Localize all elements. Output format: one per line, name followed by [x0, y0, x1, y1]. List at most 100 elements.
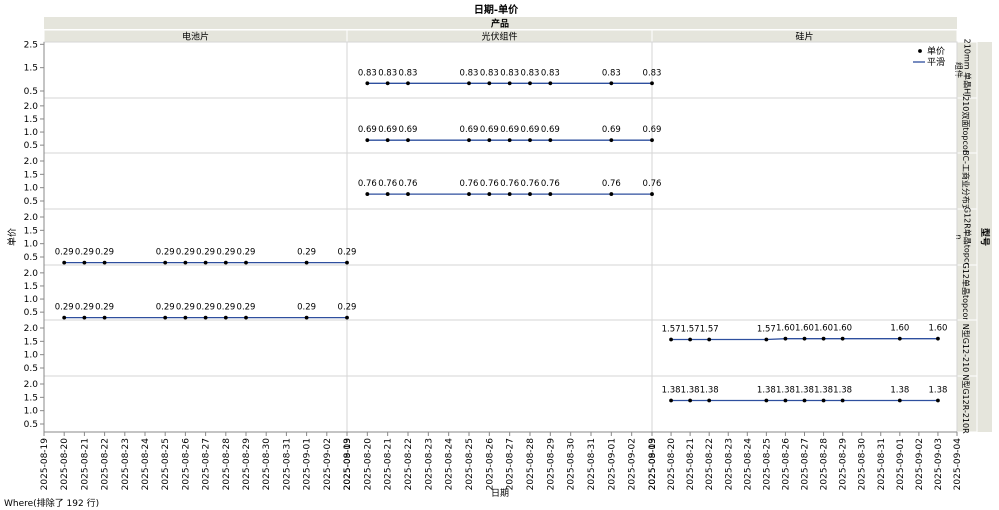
data-point: [62, 315, 67, 320]
x-tick-label: 2025-08-29: [546, 438, 556, 491]
data-label: 1.38: [833, 386, 852, 396]
x-tick-label: 2025-08-24: [445, 438, 455, 491]
data-point: [345, 315, 349, 320]
data-label: 0.83: [602, 68, 621, 78]
panel-border: [43, 97, 348, 154]
x-tick-label: 2025-08-27: [506, 438, 516, 490]
data-label: 0.83: [541, 68, 560, 78]
column-header: 电池片: [182, 31, 209, 43]
data-label: 0.69: [378, 125, 397, 135]
data-label: 1.60: [833, 324, 852, 334]
x-tick-label: 2025-08-22: [404, 438, 414, 490]
data-label: 0.29: [176, 303, 195, 313]
data-point: [528, 192, 532, 196]
data-point: [783, 336, 788, 341]
panel-border: [346, 264, 653, 321]
data-label: 0.29: [196, 248, 215, 258]
panel-border: [346, 319, 653, 377]
data-label: 0.83: [358, 68, 377, 78]
data-point: [936, 336, 940, 341]
data-label: 0.69: [602, 125, 621, 135]
data-label: 1.38: [890, 386, 909, 396]
y-tick-label: 2.0: [24, 213, 39, 223]
panel-border: [651, 97, 958, 154]
y-tick-label: 1.5: [24, 393, 38, 403]
data-label: 1.60: [928, 324, 947, 334]
data-point: [802, 336, 807, 341]
data-label: 1.38: [700, 386, 719, 396]
x-tick-label: 2025-08-19: [648, 438, 658, 491]
data-label: 0.29: [55, 248, 74, 258]
y-tick-label: 0.5: [24, 87, 38, 97]
data-label: 0.76: [480, 179, 499, 189]
data-point: [840, 398, 845, 403]
data-label: 0.69: [480, 125, 499, 135]
data-label: 0.76: [541, 179, 560, 189]
panel-border: [43, 41, 348, 99]
x-tick-label: 2025-09-02: [915, 438, 925, 490]
y-tick-label: 1.0: [24, 184, 39, 194]
data-label: 0.29: [55, 303, 74, 313]
data-point: [487, 81, 492, 86]
panel-border: [346, 375, 653, 433]
data-point: [163, 315, 168, 320]
data-label: 1.60: [776, 324, 795, 334]
footnote: Where(排除了 192 行): [4, 499, 100, 509]
data-point: [345, 260, 349, 265]
x-tick-label: 2025-08-31: [282, 438, 292, 490]
data-point: [821, 336, 826, 341]
x-tick-label: 2025-09-02: [323, 438, 333, 490]
x-tick-label: 2025-08-20: [667, 438, 677, 491]
data-label: 1.57: [662, 324, 681, 334]
data-label: 0.76: [358, 179, 377, 189]
row-header: 210双面topcon: [961, 96, 970, 155]
data-label: 0.29: [75, 303, 94, 313]
data-point: [406, 138, 410, 143]
x-tick-label: 2025-08-19: [343, 438, 353, 491]
data-point: [783, 398, 788, 403]
data-label: 0.83: [521, 68, 540, 78]
data-point: [102, 260, 107, 265]
data-point: [183, 260, 188, 265]
x-tick-label: 2025-08-25: [762, 438, 772, 490]
data-point: [385, 192, 390, 196]
data-label: 0.29: [216, 303, 235, 313]
data-label: 0.29: [95, 303, 114, 313]
y-tick-label: 0.5: [24, 308, 38, 318]
x-tick-label: 2025-08-26: [181, 438, 191, 491]
x-tick-label: 2025-08-23: [424, 438, 434, 490]
data-label: 0.29: [297, 303, 316, 313]
y-tick-label: 2.0: [24, 380, 39, 390]
x-tick-label: 2025-08-25: [161, 438, 171, 490]
y-tick-label: 0.5: [24, 141, 38, 151]
y-tick-label: 1.0: [24, 128, 39, 138]
data-point: [365, 192, 370, 196]
data-label: 0.69: [643, 125, 662, 135]
x-tick-label: 2025-08-22: [101, 438, 111, 490]
data-label: 0.83: [500, 68, 519, 78]
y-tick-label: 2.0: [24, 102, 39, 112]
data-point: [102, 315, 107, 320]
y-tick-label: 0.5: [24, 253, 38, 263]
chart-title: 日期-单价: [474, 3, 519, 16]
panel-border: [651, 152, 958, 210]
row-header: N型G12-210: [961, 324, 970, 373]
data-point: [406, 192, 410, 196]
row-header: N型G12R-210R: [961, 374, 970, 434]
x-tick-label: 2025-08-23: [724, 438, 734, 490]
data-point: [385, 138, 390, 143]
data-label: 1.38: [814, 386, 833, 396]
row-group-header: 型号: [979, 228, 991, 246]
data-point: [528, 138, 532, 143]
x-tick-label: 2025-08-30: [858, 438, 868, 491]
data-point: [82, 315, 87, 320]
data-label: 0.29: [338, 303, 357, 313]
data-label: 0.29: [216, 248, 235, 258]
x-tick-label: 2025-08-28: [222, 438, 232, 491]
y-tick-label: 1.5: [24, 115, 38, 125]
data-point: [244, 315, 248, 320]
data-point: [406, 81, 410, 86]
data-point: [507, 81, 512, 86]
data-label: 0.29: [75, 248, 94, 258]
data-label: 0.29: [156, 303, 175, 313]
